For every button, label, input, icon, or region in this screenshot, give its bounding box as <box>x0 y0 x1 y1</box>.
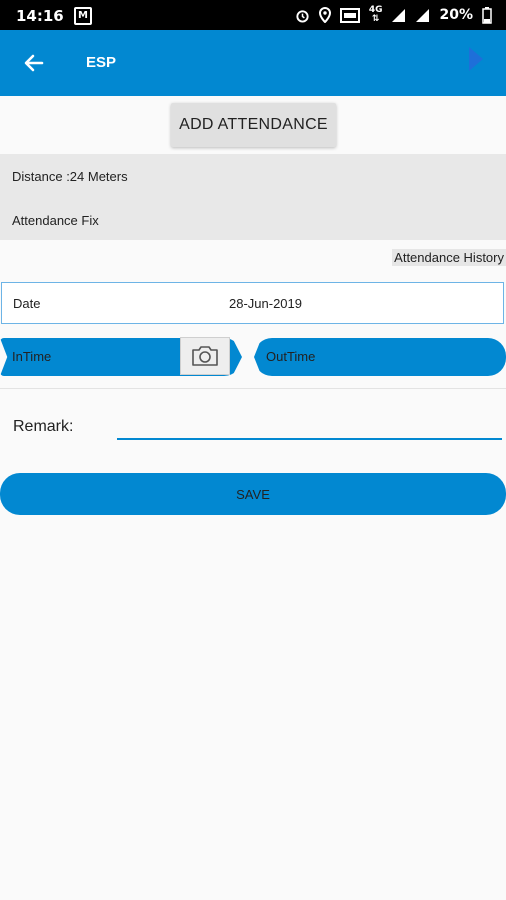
alarm-icon <box>295 8 310 23</box>
hd-icon <box>339 7 360 23</box>
battery-text: 20% <box>439 7 473 23</box>
in-time-label: InTime <box>12 349 52 364</box>
save-button[interactable]: SAVE <box>0 473 506 515</box>
camera-button[interactable] <box>180 337 230 375</box>
page-title: ESP <box>86 54 117 71</box>
data-signal-icon: 4G ⇅ <box>368 5 383 24</box>
date-label: Date <box>13 296 41 311</box>
attendance-history-link[interactable]: Attendance History <box>392 249 506 266</box>
status-bar: 14:16 M 4G ⇅ 20% <box>0 0 506 30</box>
clock: 14:16 <box>16 7 64 25</box>
status-icons: 4G ⇅ 20% <box>295 6 492 24</box>
out-time-button[interactable]: OutTime <box>254 338 506 376</box>
remark-label: Remark: <box>13 418 74 435</box>
out-time-label: OutTime <box>266 349 316 364</box>
attendance-info-panel: Distance :24 Meters Attendance Fix <box>0 154 506 240</box>
app-notification-icon: M <box>74 7 92 25</box>
date-value: 28-Jun-2019 <box>229 296 302 311</box>
signal-icon <box>391 8 406 23</box>
date-field[interactable]: Date 28-Jun-2019 <box>1 282 504 324</box>
app-bar: ESP <box>0 30 506 96</box>
distance-text: Distance :24 Meters <box>12 169 128 184</box>
forward-arrow-icon[interactable] <box>468 46 484 72</box>
back-arrow-icon[interactable] <box>22 51 46 75</box>
network-type: 4G <box>368 5 383 15</box>
battery-icon <box>482 6 492 24</box>
signal-icon-2 <box>415 8 430 23</box>
add-attendance-button[interactable]: ADD ATTENDANCE <box>171 103 336 147</box>
location-icon <box>318 7 331 23</box>
divider <box>0 388 506 389</box>
attendance-status-text: Attendance Fix <box>12 213 99 228</box>
remark-input[interactable] <box>117 410 502 440</box>
